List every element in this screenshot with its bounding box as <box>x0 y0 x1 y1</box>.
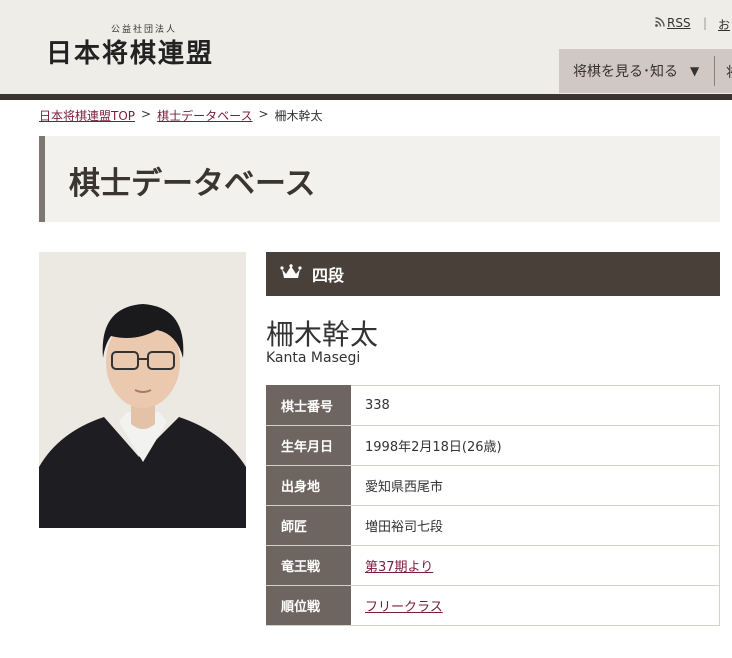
site-logo[interactable]: 日本将棋連盟 <box>46 33 214 70</box>
page-title: 棋士データベース <box>69 166 316 202</box>
row-value: 1998年2月18日(26歳) <box>365 440 502 455</box>
row-value-cell: フリークラス <box>350 585 720 626</box>
rss-icon <box>655 16 665 30</box>
row-value-cell: 愛知県西尾市 <box>350 465 720 506</box>
player-photo <box>39 252 246 528</box>
player-name: 柵木幹太 <box>266 318 379 351</box>
table-row: 生年月日 1998年2月18日(26歳) <box>266 425 720 466</box>
crown-icon <box>280 264 302 284</box>
row-value-link[interactable]: フリークラス <box>365 600 443 615</box>
table-row: 棋士番号 338 <box>266 385 720 426</box>
nav-separator <box>714 56 715 86</box>
rank-label: 四段 <box>312 266 345 285</box>
row-label: 生年月日 <box>266 425 351 466</box>
breadcrumb-section-link[interactable]: 棋士データベース <box>157 107 252 124</box>
row-value: 愛知県西尾市 <box>365 480 444 495</box>
nav-watch-learn[interactable]: 将棋を見る･知る ▼ <box>559 49 732 93</box>
breadcrumb-home-link[interactable]: 日本将棋連盟TOP <box>39 107 135 124</box>
breadcrumb-separator: > <box>141 107 152 121</box>
breadcrumb-current: 柵木幹太 <box>274 109 323 123</box>
page-title-box: 棋士データベース <box>39 136 720 222</box>
row-value-cell: 338 <box>350 385 720 426</box>
row-value-link[interactable]: 第37期より <box>365 560 433 575</box>
table-row: 順位戦 フリークラス <box>266 585 720 626</box>
header-bottom-bar <box>0 94 732 100</box>
breadcrumb-separator: > <box>258 107 269 121</box>
rss-link[interactable]: RSS <box>655 16 691 30</box>
row-label: 竜王戦 <box>266 545 351 586</box>
row-label: 順位戦 <box>266 585 351 626</box>
row-value-cell: 第37期より <box>350 545 720 586</box>
row-value-cell: 1998年2月18日(26歳) <box>350 425 720 466</box>
site-header: 公益社団法人 日本将棋連盟 RSS | お 将棋を見る･知る ▼ 将 <box>0 0 732 94</box>
table-row: 竜王戦 第37期より <box>266 545 720 586</box>
header-link[interactable]: お <box>718 16 730 33</box>
rank-bar: 四段 <box>266 252 720 296</box>
player-name-en: Kanta Masegi <box>266 350 361 366</box>
row-label: 棋士番号 <box>266 385 351 426</box>
rss-label: RSS <box>667 16 691 30</box>
breadcrumb: 日本将棋連盟TOP > 棋士データベース > 柵木幹太 <box>39 107 323 124</box>
table-row: 師匠 増田裕司七段 <box>266 505 720 546</box>
row-value: 増田裕司七段 <box>365 520 444 535</box>
header-divider: | <box>703 16 708 30</box>
row-label: 師匠 <box>266 505 351 546</box>
table-row: 出身地 愛知県西尾市 <box>266 465 720 506</box>
chevron-down-icon: ▼ <box>690 64 700 78</box>
row-value-cell: 増田裕司七段 <box>350 505 720 546</box>
row-value: 338 <box>365 398 390 413</box>
profile-table: 棋士番号 338 生年月日 1998年2月18日(26歳) 出身地 愛知県西尾市 師匠 増田裕… <box>266 385 720 626</box>
nav-next-item[interactable]: 将 <box>726 62 732 82</box>
nav-watch-learn-label: 将棋を見る･知る <box>573 64 678 80</box>
row-label: 出身地 <box>266 465 351 506</box>
